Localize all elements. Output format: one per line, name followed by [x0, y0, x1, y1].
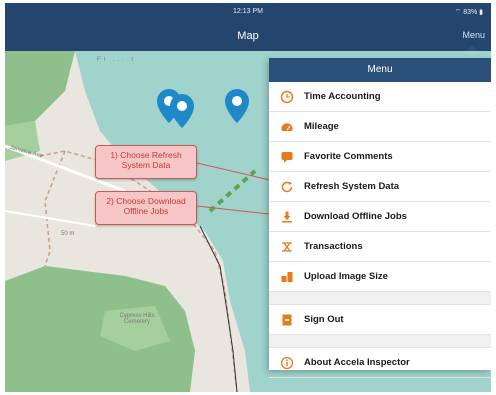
- menu-item-label: Refresh System Data: [304, 181, 400, 192]
- map-label-top: Fl ... t: [97, 57, 136, 63]
- menu-item-label: Mileage: [304, 121, 339, 132]
- menu-item-label: Transactions: [304, 241, 363, 252]
- menu-button[interactable]: Menu: [462, 30, 485, 40]
- download-icon: [278, 208, 296, 226]
- menu-header: Menu: [269, 58, 491, 82]
- menu-item-label: Download Offline Jobs: [304, 211, 407, 222]
- status-bar: 12:13 PM ⌔ 83% ▮: [5, 3, 491, 21]
- menu-item-time-accounting[interactable]: Time Accounting: [269, 82, 491, 112]
- callout-download: 2) Choose Download Offline Jobs: [95, 191, 197, 225]
- callout-download-line1: 2) Choose Download: [106, 196, 186, 206]
- transactions-icon: [278, 238, 296, 256]
- callout-refresh-line1: 1) Choose Refresh: [110, 150, 182, 160]
- comment-icon: [278, 148, 296, 166]
- menu-item-label: Upload Image Size: [304, 271, 388, 282]
- clock-icon: [278, 88, 296, 106]
- callout-download-line2: Offline Jobs: [123, 206, 169, 216]
- menu-item-favorite-comments[interactable]: Favorite Comments: [269, 142, 491, 172]
- menu-separator: [269, 292, 491, 305]
- refresh-icon: [278, 178, 296, 196]
- nav-bar: Map Menu: [5, 21, 491, 52]
- menu-item-about[interactable]: About Accela Inspector: [269, 348, 491, 378]
- info-icon: [278, 354, 296, 372]
- menu-item-label: Sign Out: [304, 314, 344, 325]
- callout-refresh: 1) Choose Refresh System Data: [95, 145, 197, 179]
- menu-panel: Menu Time Accounting Mileage Favorite Co…: [269, 58, 491, 378]
- status-battery: ⌔ 83% ▮: [454, 9, 483, 16]
- sign-out-icon: [278, 311, 296, 329]
- map-label-scale: 50 m: [61, 231, 75, 237]
- callout-refresh-line2: System Data: [121, 160, 171, 170]
- menu-item-transactions[interactable]: Transactions: [269, 232, 491, 262]
- image-size-icon: [278, 268, 296, 286]
- menu-item-label: Favorite Comments: [304, 151, 393, 162]
- map-label-cemetery: Cypress Hills Cemetery: [119, 313, 155, 325]
- status-time: 12:13 PM: [233, 8, 263, 15]
- menu-item-sign-out[interactable]: Sign Out: [269, 305, 491, 335]
- menu-separator: [269, 335, 491, 348]
- menu-item-mileage[interactable]: Mileage: [269, 112, 491, 142]
- menu-item-refresh-system-data[interactable]: Refresh System Data: [269, 172, 491, 202]
- menu-item-label: Time Accounting: [304, 91, 381, 102]
- wifi-icon: ⌔: [454, 9, 464, 16]
- menu-item-download-offline-jobs[interactable]: Download Offline Jobs: [269, 202, 491, 232]
- page-title: Map: [237, 30, 259, 42]
- menu-item-upload-image-size[interactable]: Upload Image Size: [269, 262, 491, 292]
- menu-item-label: About Accela Inspector: [304, 357, 410, 368]
- speedometer-icon: [278, 118, 296, 136]
- app-screen: 12:13 PM ⌔ 83% ▮ Map Menu Cypress Hills …: [5, 3, 491, 392]
